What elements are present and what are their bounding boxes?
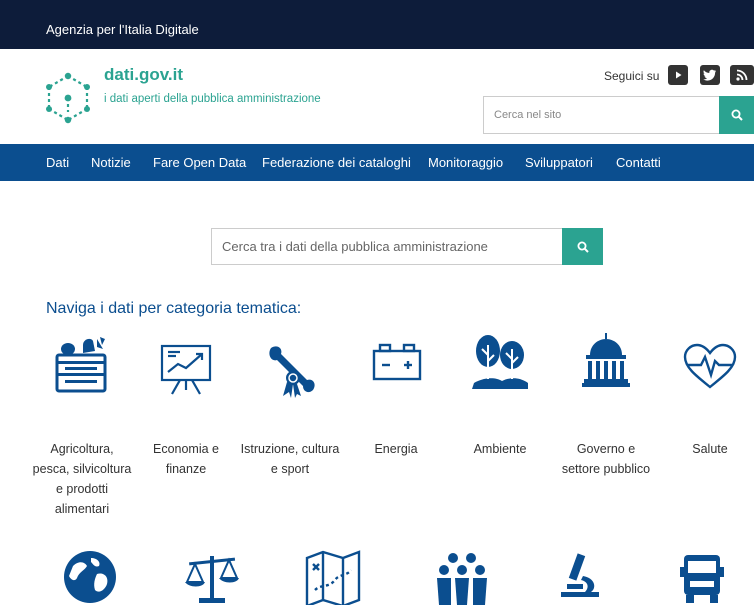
government-building-icon[interactable]	[582, 333, 630, 387]
main-nav: Dati Notizie Fare Open Data Federazione …	[0, 144, 754, 181]
chart-board-icon[interactable]	[158, 340, 214, 396]
site-search-button[interactable]	[719, 96, 754, 134]
data-search-button[interactable]	[562, 228, 603, 265]
category-label-economia[interactable]: Economia e finanze	[136, 439, 236, 479]
nav-item-sviluppatori[interactable]: Sviluppatori	[525, 144, 593, 181]
nav-item-notizie[interactable]: Notizie	[91, 144, 131, 181]
map-icon[interactable]	[305, 550, 361, 605]
logo-subtitle: i dati aperti della pubblica amministraz…	[104, 93, 321, 105]
microscope-icon[interactable]	[557, 552, 603, 605]
truck-icon[interactable]	[680, 553, 724, 605]
search-icon	[731, 109, 743, 121]
nav-item-contatti[interactable]: Contatti	[616, 144, 661, 181]
globe-icon[interactable]	[63, 550, 117, 605]
category-label-ambiente[interactable]: Ambiente	[450, 439, 550, 459]
twitter-icon[interactable]	[700, 65, 720, 85]
logo-title[interactable]: dati.gov.it	[104, 65, 183, 85]
trees-icon[interactable]	[472, 333, 528, 389]
crate-vegetables-icon[interactable]	[53, 335, 113, 393]
site-search-input[interactable]: Cerca nel sito	[483, 96, 719, 134]
category-label-agricoltura[interactable]: Agricoltura, pesca, silvicoltura e prodo…	[32, 439, 132, 519]
category-label-istruzione[interactable]: Istruzione, cultura e sport	[240, 439, 340, 479]
logo-icon[interactable]	[44, 72, 92, 124]
nav-item-fare-open-data[interactable]: Fare Open Data	[153, 144, 246, 181]
nav-item-dati[interactable]: Dati	[46, 144, 69, 181]
youtube-icon[interactable]	[668, 65, 688, 85]
category-label-governo[interactable]: Governo e settore pubblico	[556, 439, 656, 479]
rss-icon[interactable]	[730, 65, 754, 85]
top-bar: Agenzia per l'Italia Digitale	[0, 0, 754, 49]
category-label-salute[interactable]: Salute	[660, 439, 754, 459]
diploma-icon[interactable]	[263, 340, 321, 398]
agency-link[interactable]: Agenzia per l'Italia Digitale	[46, 22, 199, 37]
data-search-input[interactable]: Cerca tra i dati della pubblica amminist…	[211, 228, 562, 265]
nav-item-monitoraggio[interactable]: Monitoraggio	[428, 144, 503, 181]
nav-item-federazione[interactable]: Federazione dei cataloghi	[262, 144, 411, 181]
heartbeat-icon[interactable]	[683, 343, 737, 389]
follow-label: Seguici su	[604, 69, 660, 83]
category-label-energia[interactable]: Energia	[346, 439, 446, 459]
people-icon[interactable]	[435, 552, 489, 605]
battery-icon[interactable]	[372, 343, 422, 381]
search-icon	[577, 241, 589, 253]
scales-icon[interactable]	[183, 552, 241, 605]
section-title: Naviga i dati per categoria tematica:	[46, 300, 302, 317]
